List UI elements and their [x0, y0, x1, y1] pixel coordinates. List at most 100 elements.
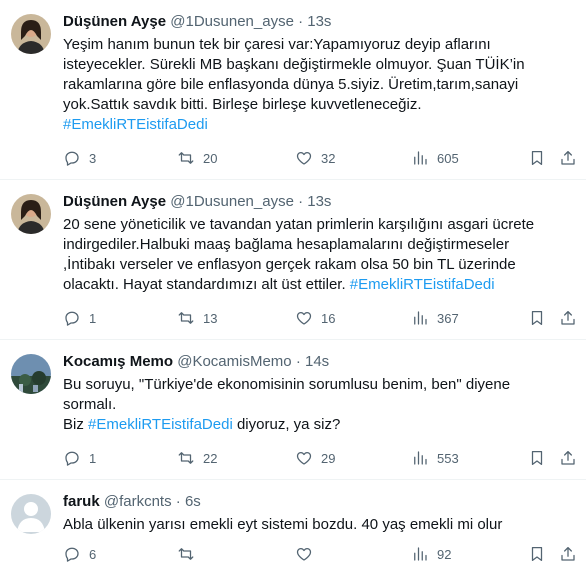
like-icon: [296, 151, 312, 165]
share-button[interactable]: [559, 448, 577, 468]
reply-button[interactable]: 1: [63, 448, 96, 468]
tweet-text: Abla ülkenin yarısı emekli eyt sistemi b…: [63, 515, 572, 535]
share-button[interactable]: [559, 308, 577, 328]
share-button[interactable]: [559, 148, 577, 168]
hashtag-link[interactable]: #EmekliRTEistifaDedi: [63, 116, 208, 133]
reply-button[interactable]: 6: [63, 544, 96, 564]
views-button[interactable]: 367: [411, 308, 459, 328]
reply-icon: [65, 311, 79, 326]
tweet-text: 20 sene yöneticilik ve tavandan yatan pr…: [63, 215, 572, 295]
timestamp[interactable]: 6s: [185, 493, 201, 510]
retweet-button[interactable]: [177, 544, 203, 564]
tweet-line: Bu soruyu, "Türkiye'de ekonomisinin soru…: [63, 376, 511, 393]
reply-icon: [65, 547, 79, 562]
like-button[interactable]: 32: [295, 148, 335, 168]
retweet-button[interactable]: 20: [177, 148, 217, 168]
tweet-line: olacaktı. Hayat standardımızı alt üst et…: [63, 276, 350, 293]
reply-count: 6: [89, 546, 97, 562]
tweet-line: diyoruz, ya siz?: [232, 416, 341, 433]
views-icon: [414, 451, 427, 465]
tweet-line: Biz: [63, 416, 89, 433]
tweet-line: sormalı.: [63, 396, 117, 413]
timestamp[interactable]: 13s: [307, 193, 331, 210]
bookmark-button[interactable]: [528, 308, 546, 328]
retweet-icon: [178, 548, 194, 560]
share-icon: [561, 546, 575, 561]
reply-icon: [65, 151, 79, 166]
action-bar: 1 13 16 367: [63, 308, 577, 328]
views-count: 92: [437, 546, 452, 562]
reply-icon: [65, 451, 79, 466]
views-count: 553: [437, 450, 459, 466]
views-button[interactable]: 92: [411, 544, 451, 564]
avatar[interactable]: [11, 494, 51, 534]
like-count: 16: [321, 310, 336, 326]
views-button[interactable]: 553: [411, 448, 459, 468]
retweet-count: 13: [203, 310, 218, 326]
tweet[interactable]: Düşünen Ayşe @1Dusunen_ayse · 13s Yeşim …: [0, 0, 586, 180]
tweet-line: Abla ülkenin yarısı emekli eyt sistemi b…: [63, 516, 503, 533]
tweet-text: Yeşim hanım bunun tek bir çaresi var:Yap…: [63, 35, 572, 135]
bookmark-icon: [531, 150, 543, 166]
action-bar: 1 22 29 553: [63, 448, 577, 468]
bookmark-icon: [531, 310, 543, 326]
reply-button[interactable]: 3: [63, 148, 96, 168]
tweet[interactable]: faruk @farkcnts · 6s Abla ülkenin yarısı…: [0, 480, 586, 576]
separator-dot: ·: [298, 193, 304, 210]
retweet-button[interactable]: 13: [177, 308, 217, 328]
share-button[interactable]: [559, 544, 577, 564]
retweet-button[interactable]: 22: [177, 448, 217, 468]
bookmark-button[interactable]: [528, 148, 546, 168]
tweet[interactable]: Düşünen Ayşe @1Dusunen_ayse · 13s 20 sen…: [0, 180, 586, 340]
action-bar: 6 92: [63, 544, 577, 564]
reply-count: 1: [89, 310, 97, 326]
author-name[interactable]: Düşünen Ayşe: [63, 193, 166, 210]
share-icon: [561, 450, 575, 465]
like-button[interactable]: 16: [295, 308, 335, 328]
tweet-line: Yeşim hanım bunun tek bir çaresi var:Yap…: [63, 36, 491, 53]
reply-button[interactable]: 1: [63, 308, 96, 328]
author-handle[interactable]: @1Dusunen_ayse: [170, 13, 294, 30]
retweet-count: 22: [203, 450, 218, 466]
action-bar: 3 20 32 605: [63, 148, 577, 168]
like-button[interactable]: [295, 544, 321, 564]
bookmark-icon: [531, 450, 543, 466]
avatar[interactable]: [11, 14, 51, 54]
retweet-icon: [178, 312, 194, 324]
tweet[interactable]: Kocamış Memo @KocamisMemo · 14s Bu soruy…: [0, 340, 586, 480]
avatar[interactable]: [11, 354, 51, 394]
like-count: 32: [321, 150, 336, 166]
author-handle[interactable]: @farkcnts: [104, 493, 172, 510]
tweet-line: rakamlarına göre bile enflasyonda dünya …: [63, 76, 519, 93]
bookmark-icon: [531, 546, 543, 562]
timestamp[interactable]: 13s: [307, 13, 331, 30]
tweet-line: isteyecekler. Sürekli MB başkanı değişti…: [63, 56, 525, 73]
author-handle[interactable]: @KocamisMemo: [177, 353, 291, 370]
author-handle[interactable]: @1Dusunen_ayse: [170, 193, 294, 210]
author-name[interactable]: Düşünen Ayşe: [63, 13, 166, 30]
tweet-text: Bu soruyu, "Türkiye'de ekonomisinin soru…: [63, 375, 572, 435]
retweet-count: 20: [203, 150, 218, 166]
reply-count: 3: [89, 150, 97, 166]
author-name[interactable]: faruk: [63, 493, 100, 510]
hashtag-link[interactable]: #EmekliRTEistifaDedi: [350, 276, 495, 293]
like-button[interactable]: 29: [295, 448, 335, 468]
bookmark-button[interactable]: [528, 448, 546, 468]
hashtag-link[interactable]: #EmekliRTEistifaDedi: [88, 416, 233, 433]
tweet-line: yok.Sattık savdık bitti. Birleşe birleşe…: [63, 96, 422, 113]
share-icon: [561, 150, 575, 165]
views-icon: [414, 547, 427, 561]
views-count: 367: [437, 310, 459, 326]
views-button[interactable]: 605: [411, 148, 459, 168]
retweet-icon: [178, 152, 194, 164]
reply-count: 1: [89, 450, 97, 466]
timestamp[interactable]: 14s: [305, 353, 329, 370]
tweet-line: ,İntibakı verseler ve enflasyon gerçek r…: [63, 256, 516, 273]
separator-dot: ·: [175, 493, 181, 510]
tweet-line: 20 sene yöneticilik ve tavandan yatan pr…: [63, 216, 535, 233]
author-name[interactable]: Kocamış Memo: [63, 353, 173, 370]
avatar[interactable]: [11, 194, 51, 234]
like-count: 29: [321, 450, 336, 466]
views-icon: [414, 151, 427, 165]
bookmark-button[interactable]: [528, 544, 546, 564]
